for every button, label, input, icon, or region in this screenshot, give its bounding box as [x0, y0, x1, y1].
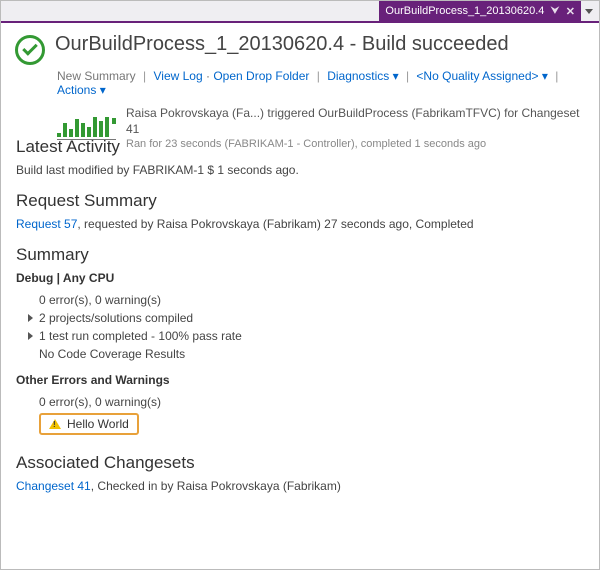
- tests-row[interactable]: 1 test run completed - 100% pass rate: [16, 327, 584, 345]
- request-link[interactable]: Request 57: [16, 217, 77, 231]
- request-summary-heading: Request Summary: [16, 191, 584, 211]
- latest-activity-text: Build last modified by FABRIKAM-1 $ 1 se…: [16, 163, 584, 177]
- link-bar: New Summary | View Log · Open Drop Folde…: [1, 69, 599, 103]
- page-title: OurBuildProcess_1_20130620.4 - Build suc…: [55, 33, 509, 56]
- view-log-link[interactable]: View Log: [154, 69, 203, 83]
- success-icon: [15, 35, 45, 65]
- coverage-row: No Code Coverage Results: [16, 345, 584, 363]
- associated-changesets-heading: Associated Changesets: [16, 453, 584, 473]
- tabstrip-dropdown[interactable]: [581, 1, 597, 21]
- other-errors-heading: Other Errors and Warnings: [16, 373, 584, 387]
- quality-dropdown[interactable]: <No Quality Assigned> ▾: [416, 69, 551, 83]
- expand-icon: [28, 314, 33, 322]
- close-icon[interactable]: ✕: [566, 5, 575, 18]
- tab-title: OurBuildProcess_1_20130620.4: [385, 5, 544, 17]
- actions-dropdown[interactable]: Actions ▾: [57, 83, 106, 97]
- build-config: Debug | Any CPU: [16, 271, 584, 285]
- content-scroll[interactable]: Latest Activity Build last modified by F…: [2, 129, 598, 568]
- active-tab[interactable]: OurBuildProcess_1_20130620.4 ⮟ ✕: [379, 1, 581, 21]
- expand-icon: [28, 332, 33, 340]
- diagnostics-dropdown[interactable]: Diagnostics ▾: [327, 69, 402, 83]
- build-header: OurBuildProcess_1_20130620.4 - Build suc…: [1, 23, 599, 69]
- new-summary-label: New Summary: [57, 69, 136, 83]
- pin-icon[interactable]: ⮟: [550, 5, 559, 18]
- latest-activity-heading: Latest Activity: [16, 137, 584, 157]
- changeset-link[interactable]: Changeset 41: [16, 479, 91, 493]
- request-summary-row: Request 57, requested by Raisa Pokrovska…: [16, 217, 584, 231]
- check-icon: [22, 40, 38, 56]
- tab-bar: OurBuildProcess_1_20130620.4 ⮟ ✕: [1, 1, 599, 23]
- projects-row[interactable]: 2 projects/solutions compiled: [16, 309, 584, 327]
- errors-warnings-row: 0 error(s), 0 warning(s): [16, 291, 584, 309]
- changeset-row: Changeset 41, Checked in by Raisa Pokrov…: [16, 479, 584, 493]
- open-drop-link[interactable]: Open Drop Folder: [213, 69, 309, 83]
- warning-icon: [49, 419, 61, 429]
- summary-heading: Summary: [16, 245, 584, 265]
- chevron-down-icon: [585, 9, 593, 14]
- hello-world-warning[interactable]: Hello World: [39, 413, 139, 435]
- other-errors-count: 0 error(s), 0 warning(s): [16, 393, 584, 411]
